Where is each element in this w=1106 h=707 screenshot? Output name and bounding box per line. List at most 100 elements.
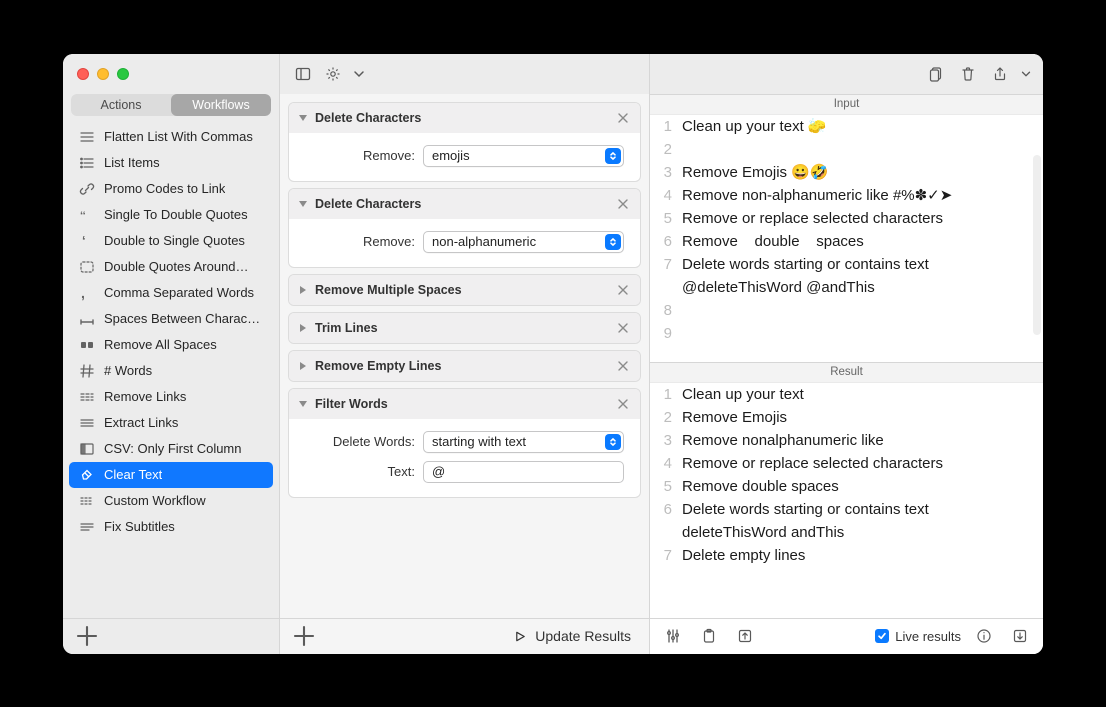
share-icon[interactable] — [987, 62, 1013, 86]
sidebar-item-label: Remove Links — [104, 389, 186, 404]
close-icon[interactable] — [614, 357, 632, 375]
close-icon[interactable] — [614, 281, 632, 299]
disclosure-triangle-icon[interactable] — [297, 322, 309, 334]
live-results-toggle[interactable]: Live results — [875, 629, 961, 644]
action-block: Remove Empty Lines — [288, 350, 641, 382]
sidebar-item-flatten-list-with-commas[interactable]: Flatten List With Commas — [69, 124, 273, 150]
block-header[interactable]: Delete Characters — [289, 103, 640, 133]
block-header[interactable]: Remove Empty Lines — [289, 351, 640, 381]
sidebar-item-double-to-single-quotes[interactable]: ‘Double to Single Quotes — [69, 228, 273, 254]
sidebar-item-fix-subtitles[interactable]: Fix Subtitles — [69, 514, 273, 540]
disclosure-triangle-icon[interactable] — [297, 198, 309, 210]
sidebar-item-double-quotes-around[interactable]: Double Quotes Around… — [69, 254, 273, 280]
share-chevron-icon[interactable] — [1019, 62, 1033, 86]
disclosure-triangle-icon[interactable] — [297, 284, 309, 296]
block-header[interactable]: Delete Characters — [289, 189, 640, 219]
tab-workflows[interactable]: Workflows — [171, 94, 271, 116]
sidebar-item-extract-links[interactable]: Extract Links — [69, 410, 273, 436]
sidebar-item-csv-only-first-column[interactable]: CSV: Only First Column — [69, 436, 273, 462]
scrollbar[interactable] — [1033, 155, 1041, 335]
block-header[interactable]: Remove Multiple Spaces — [289, 275, 640, 305]
tab-actions[interactable]: Actions — [71, 94, 171, 116]
s2d-icon: ‘‘ — [78, 206, 96, 224]
update-results-button[interactable]: Update Results — [508, 625, 637, 647]
sidebar-item-spaces-between-charac[interactable]: Spaces Between Charac… — [69, 306, 273, 332]
block-body: Delete Words:starting with textText: — [289, 419, 640, 497]
menu-chevron-icon[interactable] — [350, 62, 368, 86]
gutter-line: 1 — [650, 383, 672, 406]
right-toolbar — [650, 54, 1043, 94]
close-icon[interactable] — [614, 195, 632, 213]
sliders-icon[interactable] — [660, 624, 686, 648]
editor-line: Remove or replace selected characters — [682, 452, 1037, 475]
info-icon[interactable] — [971, 624, 997, 648]
gear-icon[interactable] — [320, 62, 346, 86]
sidebar-item-single-to-double-quotes[interactable]: ‘‘ Single To Double Quotes — [69, 202, 273, 228]
block-row: Remove:emojis — [305, 145, 624, 167]
minimize-window[interactable] — [97, 68, 109, 80]
sidebar-item-label: Clear Text — [104, 467, 162, 482]
select-value: emojis — [432, 148, 605, 163]
block-title: Remove Multiple Spaces — [315, 283, 462, 297]
sidebar-item-words[interactable]: # Words — [69, 358, 273, 384]
gutter-line: 5 — [650, 475, 672, 498]
workflow-list: Flatten List With Commas List Items Promo … — [63, 122, 279, 618]
clear-icon — [78, 466, 96, 484]
toggle-sidebar-icon[interactable] — [290, 62, 316, 86]
sidebar-item-comma-separated-words[interactable]: ,Comma Separated Words — [69, 280, 273, 306]
sidebar-item-label: Custom Workflow — [104, 493, 206, 508]
flatten-icon — [78, 128, 96, 146]
sidebar-item-clear-text[interactable]: Clear Text — [69, 462, 273, 488]
gutter-line — [650, 276, 672, 299]
svg-text:‘: ‘ — [82, 233, 86, 248]
block-title: Delete Characters — [315, 111, 421, 125]
select-field[interactable]: starting with text — [423, 431, 624, 453]
gutter-line: 9 — [650, 322, 672, 345]
block-header[interactable]: Filter Words — [289, 389, 640, 419]
select-field[interactable]: non-alphanumeric — [423, 231, 624, 253]
action-block: Filter WordsDelete Words:starting with t… — [288, 388, 641, 498]
sidebar-item-label: List Items — [104, 155, 160, 170]
input-editor[interactable]: 123456789 Clean up your text 🧽 Remove Em… — [650, 115, 1043, 362]
copy-icon[interactable] — [923, 62, 949, 86]
close-window[interactable] — [77, 68, 89, 80]
sidebar-item-remove-all-spaces[interactable]: Remove All Spaces — [69, 332, 273, 358]
csv-icon — [78, 440, 96, 458]
disclosure-triangle-icon[interactable] — [297, 398, 309, 410]
app-window: Actions Workflows Flatten List With Comm… — [63, 54, 1043, 654]
add-action-button[interactable] — [292, 624, 316, 648]
close-icon[interactable] — [614, 109, 632, 127]
sidebar-item-promo-codes-to-link[interactable]: Promo Codes to Link — [69, 176, 273, 202]
result-editor[interactable]: 1234567 Clean up your textRemove EmojisR… — [650, 383, 1043, 618]
daround-icon — [78, 258, 96, 276]
export-icon[interactable] — [1007, 624, 1033, 648]
text-field[interactable] — [423, 461, 624, 483]
action-block: Trim Lines — [288, 312, 641, 344]
editor-line — [682, 322, 1037, 345]
block-title: Remove Empty Lines — [315, 359, 441, 373]
sidebar-item-remove-links[interactable]: Remove Links — [69, 384, 273, 410]
block-body: Remove:non-alphanumeric — [289, 219, 640, 267]
editor-line: Remove or replace selected characters — [682, 207, 1037, 230]
sidebar-item-label: Single To Double Quotes — [104, 207, 248, 222]
sidebar-item-label: CSV: Only First Column — [104, 441, 242, 456]
add-workflow-button[interactable] — [75, 624, 99, 648]
split-view: Input 123456789 Clean up your text 🧽 Rem… — [650, 94, 1043, 618]
block-title: Delete Characters — [315, 197, 421, 211]
close-icon[interactable] — [614, 395, 632, 413]
sidebar-item-label: Comma Separated Words — [104, 285, 254, 300]
editor-line — [682, 138, 1037, 161]
sidebar-item-custom-workflow[interactable]: Custom Workflow — [69, 488, 273, 514]
paste-icon[interactable] — [696, 624, 722, 648]
send-out-icon[interactable] — [732, 624, 758, 648]
trash-icon[interactable] — [955, 62, 981, 86]
disclosure-triangle-icon[interactable] — [297, 360, 309, 372]
disclosure-triangle-icon[interactable] — [297, 112, 309, 124]
block-header[interactable]: Trim Lines — [289, 313, 640, 343]
editor-toolbar — [280, 54, 649, 94]
sidebar-item-list-items[interactable]: List Items — [69, 150, 273, 176]
sidebar-item-label: # Words — [104, 363, 152, 378]
select-field[interactable]: emojis — [423, 145, 624, 167]
close-icon[interactable] — [614, 319, 632, 337]
zoom-window[interactable] — [117, 68, 129, 80]
